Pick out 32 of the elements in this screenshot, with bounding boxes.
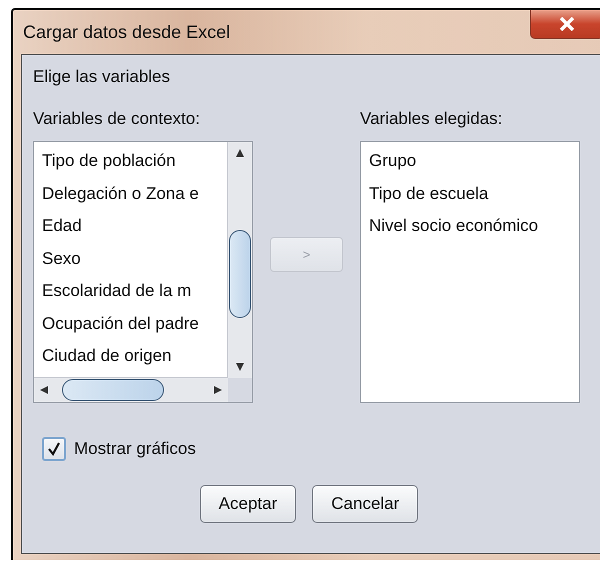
list-item[interactable]: Tipo de población — [34, 145, 229, 178]
list-item[interactable]: Nivel socio económico — [361, 210, 579, 242]
close-icon — [558, 17, 576, 31]
list-item[interactable]: Edad — [34, 210, 229, 242]
cancel-button[interactable]: Cancelar — [312, 485, 418, 523]
checkbox[interactable] — [42, 437, 66, 461]
horizontal-scrollbar[interactable] — [34, 377, 228, 402]
scroll-right-icon[interactable] — [213, 385, 223, 395]
list-item[interactable]: Escolaridad de la m — [34, 275, 229, 308]
chosen-variable-list[interactable]: Grupo Tipo de escuela Nivel socio económico — [360, 141, 580, 403]
list-item[interactable]: Ciudad de origen — [34, 340, 229, 372]
list-item[interactable]: Tipo de escuela — [361, 178, 579, 210]
list-item[interactable]: Delegación o Zona e — [34, 178, 229, 210]
check-icon — [47, 442, 61, 456]
window-title: Cargar datos desde Excel — [23, 22, 230, 42]
accept-button[interactable]: Aceptar — [200, 485, 296, 523]
scroll-left-icon[interactable] — [39, 385, 49, 395]
section-heading: Elige las variables — [33, 67, 172, 87]
checkbox-label[interactable]: Mostrar gráficos — [74, 439, 196, 459]
scroll-thumb[interactable] — [62, 379, 164, 401]
scrollbar-corner — [228, 378, 252, 402]
vertical-scrollbar[interactable] — [227, 142, 252, 378]
list-item[interactable]: Ocupación del padre — [34, 308, 229, 340]
close-button[interactable] — [530, 10, 600, 39]
scroll-thumb[interactable] — [229, 230, 251, 318]
scroll-down-icon[interactable] — [235, 362, 245, 372]
list-label: Variables de contexto: — [33, 109, 201, 129]
context-variable-list[interactable]: Tipo de población Delegación o Zona e Edad Sexo Escolaridad de la m Ocupación del padre Ciudad de origen — [33, 141, 253, 403]
list-item[interactable]: Grupo — [361, 145, 579, 178]
list-item[interactable]: Sexo — [34, 242, 229, 275]
list-label: Variables elegidas: — [360, 109, 504, 129]
scroll-up-icon[interactable] — [235, 148, 245, 158]
